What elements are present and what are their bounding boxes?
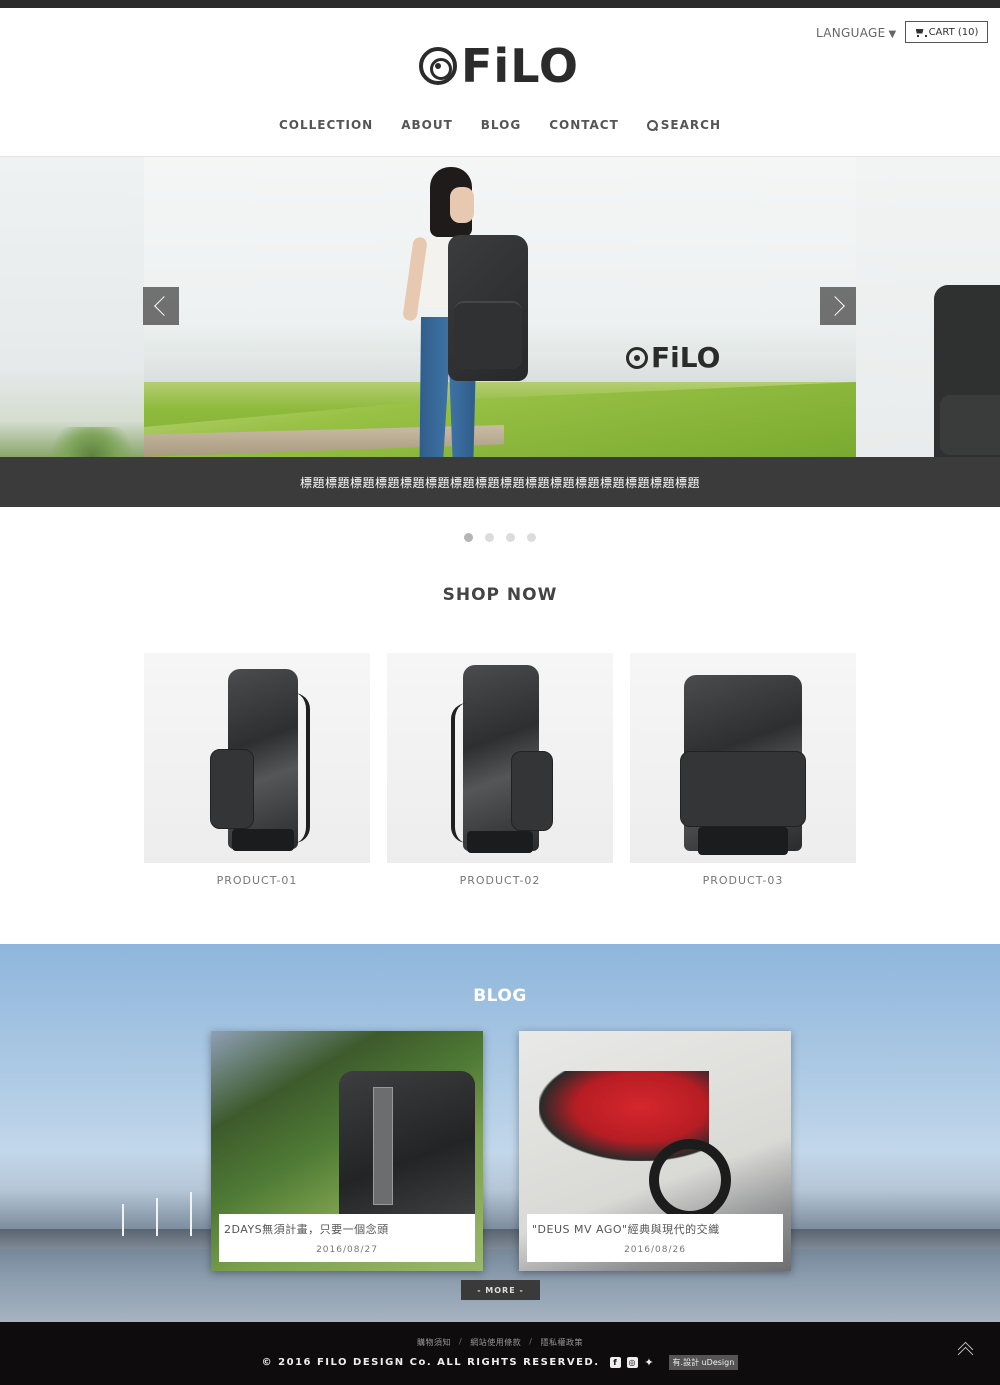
nav-item-collection[interactable]: COLLECTION	[279, 118, 373, 132]
product-image[interactable]	[630, 653, 856, 863]
model-with-backpack	[402, 167, 546, 457]
slide-preview-left	[0, 157, 144, 457]
blog-section: BLOG 2DAYS無須計畫，只要一個念頭 2016/08/27 "DEUS M…	[0, 944, 1000, 1322]
twitter-icon[interactable]: ✦	[644, 1356, 655, 1369]
product-name[interactable]: PRODUCT-01	[144, 874, 370, 887]
back-to-top-icon[interactable]	[957, 1342, 975, 1360]
blog-card-title[interactable]: 2DAYS無須計畫，只要一個念頭	[224, 1221, 389, 1237]
designer-credit[interactable]: 有.設計 uDesign	[668, 1355, 739, 1370]
footer-links: 購物須知 / 網站使用條款 / 隱私權政策	[0, 1337, 1000, 1348]
copyright-text: © 2016 FILO DESIGN Co. ALL RIGHTS RESERV…	[261, 1357, 600, 1368]
slider-dot[interactable]	[506, 533, 515, 542]
logo-mark-icon	[419, 47, 457, 85]
hero-slider[interactable]: FiLO	[0, 157, 1000, 457]
footer-separator: /	[459, 1337, 463, 1346]
footer-link-shopping-info[interactable]: 購物須知	[417, 1337, 451, 1348]
nav-item-search[interactable]: SEARCH	[646, 118, 721, 132]
slide-image: FiLO	[144, 157, 856, 457]
blog-card-date: 2016/08/26	[624, 1245, 686, 1255]
language-label: LANGUAGE	[816, 26, 886, 40]
site-header: LANGUAGE ▼ CART (10) FiLO COLLECTION ABOU…	[0, 8, 1000, 157]
language-selector[interactable]: LANGUAGE ▼	[816, 26, 897, 40]
footer-link-terms[interactable]: 網站使用條款	[470, 1337, 521, 1348]
footer-link-privacy[interactable]: 隱私權政策	[540, 1337, 583, 1348]
blog-card-body: 2DAYS無須計畫，只要一個念頭 2016/08/27	[219, 1214, 475, 1262]
footer-bottom: © 2016 FILO DESIGN Co. ALL RIGHTS RESERV…	[0, 1355, 1000, 1370]
slide-preview-right	[856, 157, 1000, 457]
shop-now-heading: SHOP NOW	[442, 585, 558, 605]
search-label: SEARCH	[660, 118, 721, 132]
search-icon	[646, 119, 658, 131]
product-name[interactable]: PRODUCT-02	[387, 874, 613, 887]
cart-icon	[915, 28, 927, 37]
slider-dot[interactable]	[527, 533, 536, 542]
blog-card-body: "DEUS MV AGO"經典與現代的交織 2016/08/26	[527, 1214, 783, 1262]
product-grid: PRODUCT-01 PRODUCT-02 PRODUCT-03	[144, 653, 856, 887]
slide-logo: FiLO	[626, 343, 720, 373]
footer-separator: /	[529, 1337, 533, 1346]
site-footer: 購物須知 / 網站使用條款 / 隱私權政策 © 2016 FILO DESIGN…	[0, 1322, 1000, 1385]
caret-down-icon: ▼	[888, 29, 897, 40]
main-nav: COLLECTION ABOUT BLOG CONTACT SEARCH	[0, 118, 1000, 132]
blog-card-title[interactable]: "DEUS MV AGO"經典與現代的交織	[532, 1221, 720, 1237]
slider-dot[interactable]	[485, 533, 494, 542]
blog-heading: BLOG	[473, 986, 527, 1006]
product-image[interactable]	[387, 653, 613, 863]
product-card[interactable]: PRODUCT-02	[387, 653, 613, 887]
slider-dots	[0, 533, 1000, 542]
blog-card[interactable]: "DEUS MV AGO"經典與現代的交織 2016/08/26	[519, 1031, 791, 1271]
product-image[interactable]	[144, 653, 370, 863]
blog-card[interactable]: 2DAYS無須計畫，只要一個念頭 2016/08/27	[211, 1031, 483, 1271]
slider-prev-button[interactable]	[143, 287, 179, 325]
slider-dot[interactable]	[464, 533, 473, 542]
logo-mark-icon	[626, 347, 648, 369]
facebook-icon[interactable]: f	[609, 1357, 621, 1368]
logo-text: FiLO	[461, 39, 579, 93]
nav-item-contact[interactable]: CONTACT	[549, 118, 619, 132]
product-card[interactable]: PRODUCT-03	[630, 653, 856, 887]
instagram-icon[interactable]: ◎	[626, 1357, 638, 1368]
slide-logo-text: FiLO	[651, 341, 721, 374]
slider-next-button[interactable]	[820, 287, 856, 325]
cart-label: CART (10)	[928, 26, 979, 38]
top-bar	[0, 0, 1000, 8]
blog-card-date: 2016/08/27	[316, 1245, 378, 1255]
chevron-right-icon	[825, 296, 845, 316]
blog-more-button[interactable]: - MORE -	[461, 1280, 540, 1300]
nav-item-blog[interactable]: BLOG	[481, 118, 521, 132]
chevron-left-icon	[154, 296, 174, 316]
nav-item-about[interactable]: ABOUT	[401, 118, 453, 132]
site-logo[interactable]: FiLO	[419, 42, 579, 90]
product-card[interactable]: PRODUCT-01	[144, 653, 370, 887]
cart-button[interactable]: CART (10)	[905, 21, 988, 43]
product-name[interactable]: PRODUCT-03	[630, 874, 856, 887]
slide-caption: 標題標題標題標題標題標題標題標題標題標題標題標題標題標題標題標題	[0, 457, 1000, 507]
